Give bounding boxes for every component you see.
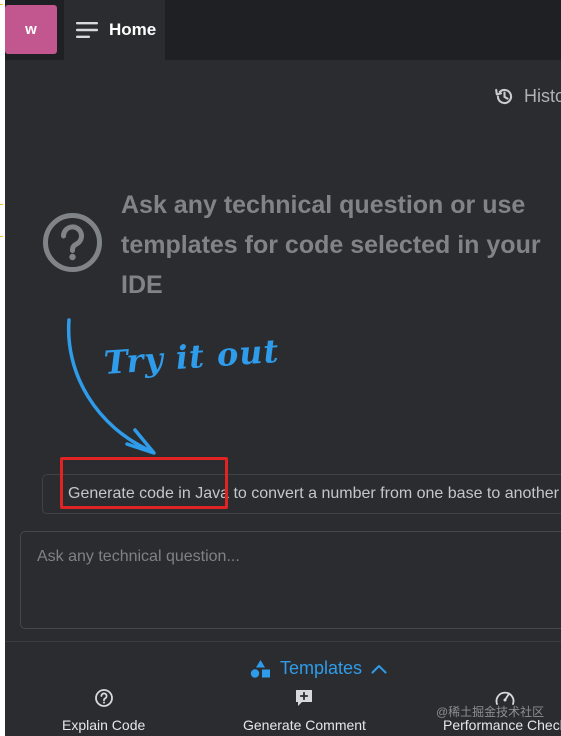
divider <box>5 641 561 642</box>
history-button[interactable]: History <box>494 86 561 107</box>
template-label: Explain Code <box>62 717 146 733</box>
avatar-letter: w <box>25 21 37 38</box>
template-explain-code[interactable]: Explain Code <box>62 688 145 733</box>
template-label: Generate Comment <box>243 717 366 733</box>
question-input-placeholder: Ask any technical question... <box>37 548 240 565</box>
chevron-up-icon <box>371 664 387 673</box>
history-label: History <box>524 86 561 106</box>
shapes-icon <box>250 659 270 678</box>
home-label: Home <box>109 20 157 39</box>
edge-mark <box>0 4 3 5</box>
question-input[interactable] <box>20 531 561 629</box>
menu-icon <box>76 22 98 38</box>
question-icon <box>94 689 113 707</box>
templates-label: Templates <box>280 658 363 678</box>
prompt-heading: Ask any technical question or use templa… <box>121 191 541 299</box>
question-circle-icon <box>43 213 102 272</box>
templates-toggle[interactable]: Templates <box>250 658 387 679</box>
home-tab[interactable]: Home <box>64 0 165 60</box>
highlight-annotation <box>60 457 228 509</box>
left-edge-strip <box>0 0 5 736</box>
watermark: @稀土掘金技术社区 <box>436 705 545 719</box>
curved-arrow-icon <box>66 318 156 455</box>
avatar[interactable]: w <box>5 5 57 54</box>
template-generate-comment[interactable]: Generate Comment <box>243 688 366 733</box>
history-icon <box>495 88 513 105</box>
edge-mark <box>0 236 3 237</box>
edge-mark <box>0 204 3 205</box>
comment-plus-icon <box>296 690 313 706</box>
